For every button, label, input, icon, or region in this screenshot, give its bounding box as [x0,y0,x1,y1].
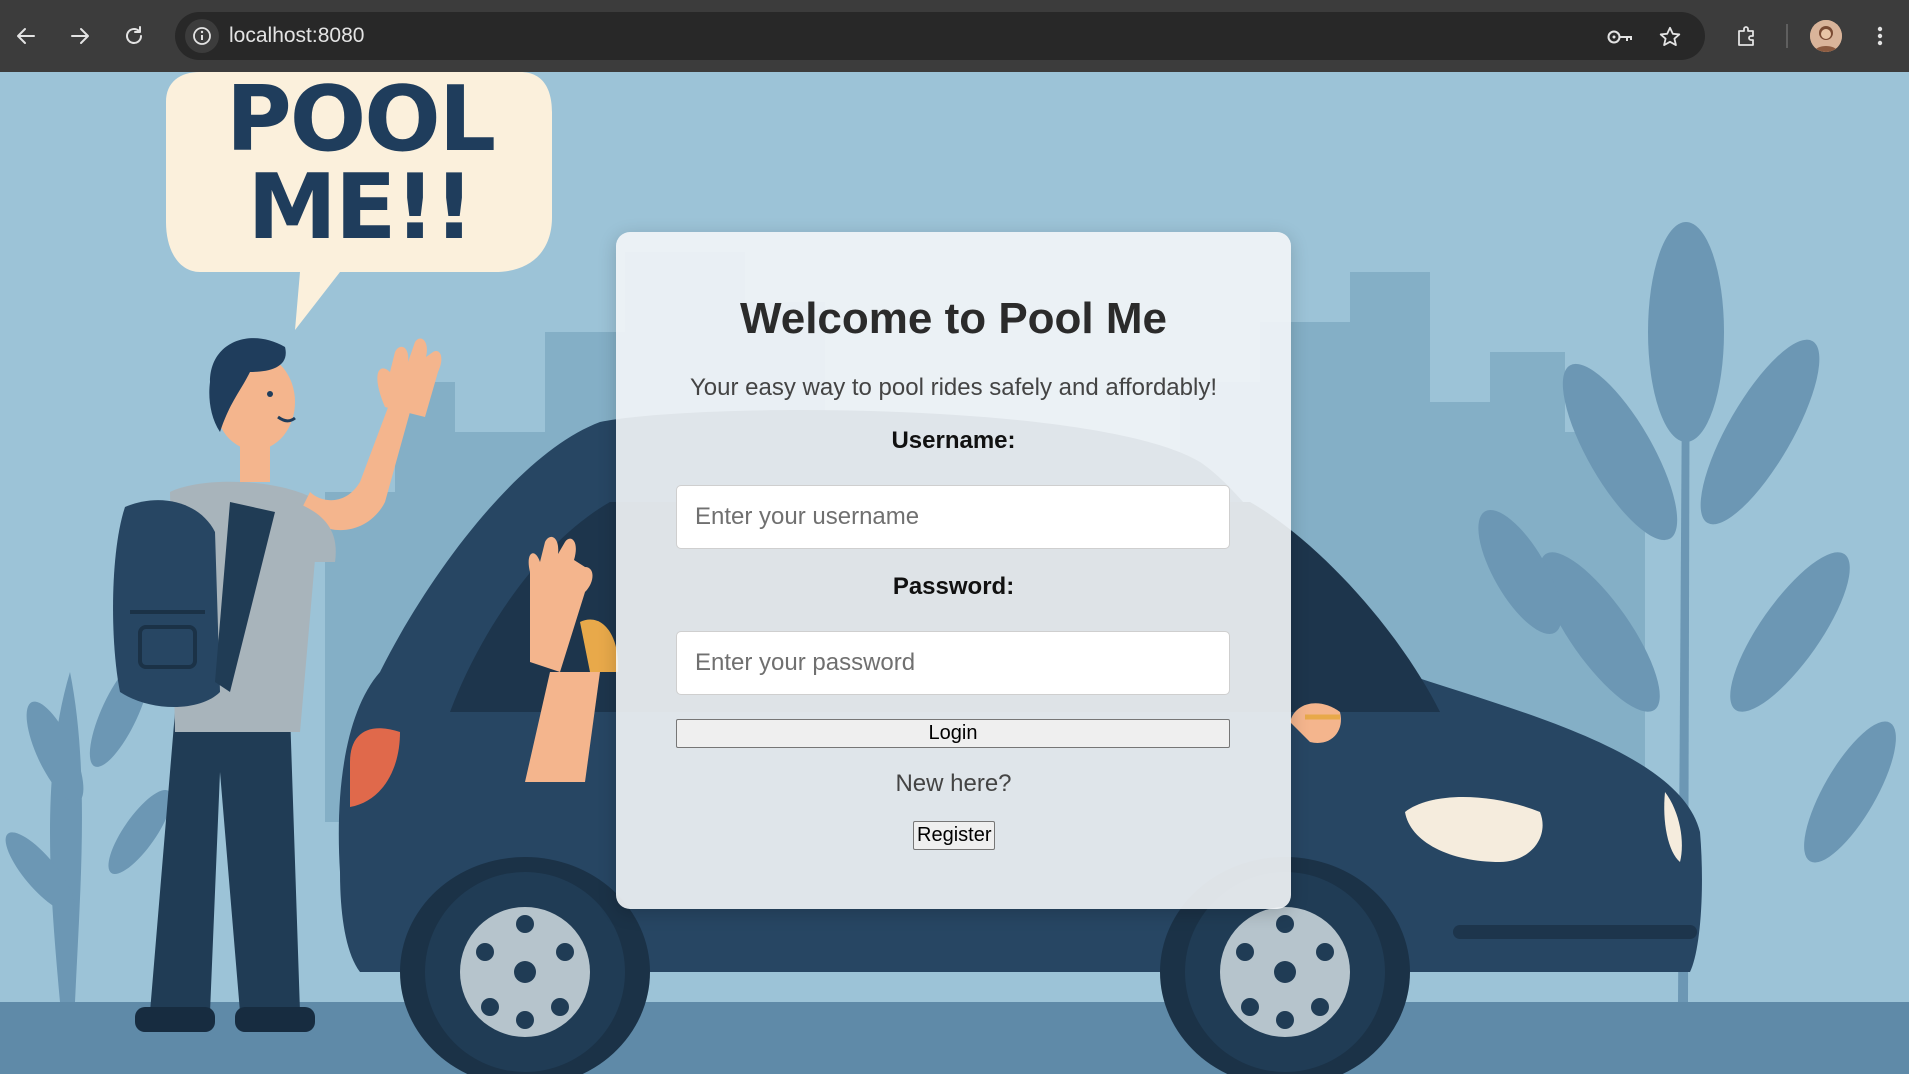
reload-icon[interactable] [116,18,152,54]
page-title: Welcome to Pool Me [739,294,1168,343]
site-info-icon[interactable] [185,19,219,53]
page-viewport: POOL ME!! Welcome to Pool Me Your easy w… [0,72,1909,1074]
password-input[interactable] [676,631,1230,695]
login-card: Welcome to Pool Me Your easy way to pool… [616,232,1291,909]
profile-avatar[interactable] [1810,20,1842,52]
speech-bubble-line2: ME!! [247,155,474,260]
register-button[interactable]: Register [913,821,996,850]
menu-dots-icon[interactable] [1862,18,1898,54]
toolbar-divider [1786,24,1788,48]
forward-arrow-icon[interactable] [62,18,98,54]
login-button[interactable]: Login [676,719,1230,748]
speech-bubble-text: POOL ME!! [170,72,550,260]
extensions-icon[interactable] [1729,18,1765,54]
password-key-icon[interactable] [1605,22,1635,52]
address-bar-url[interactable]: localhost:8080 [229,24,364,48]
speech-bubble-line1: POOL [225,72,496,172]
page-subtitle: Your easy way to pool rides safely and a… [690,374,1217,401]
address-bar[interactable]: localhost:8080 [175,12,1705,60]
browser-toolbar: localhost:8080 [0,0,1909,72]
bookmark-star-icon[interactable] [1655,22,1685,52]
back-arrow-icon[interactable] [8,18,44,54]
username-input[interactable] [676,485,1230,549]
username-label: Username: [891,427,1016,454]
new-here-text: New here? [895,770,1012,797]
password-label: Password: [892,573,1015,600]
